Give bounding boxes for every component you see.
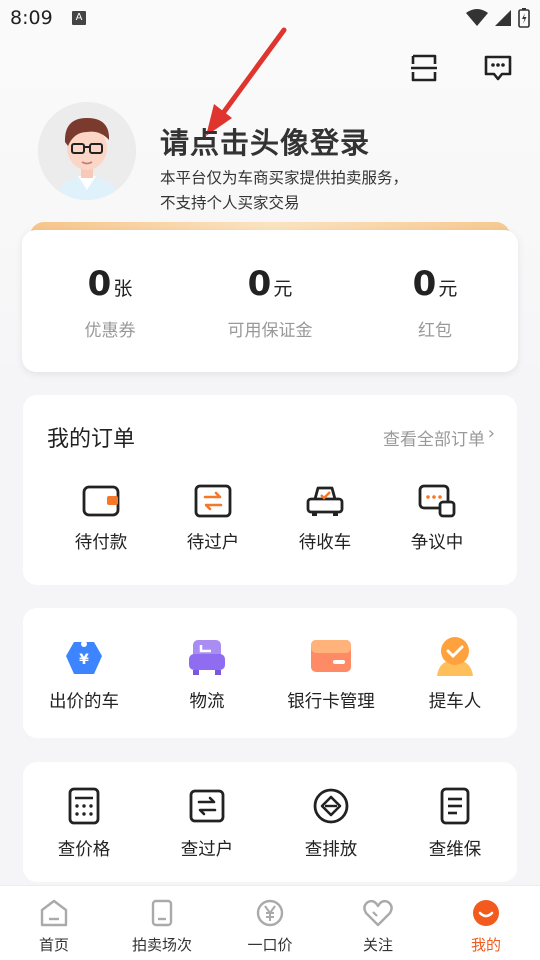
tab-home-label: 首页 — [38, 936, 69, 954]
order-pending-transfer-label: 待过户 — [186, 533, 240, 553]
service-bank-card[interactable]: 银行卡管理 — [269, 634, 393, 713]
pickup-person-icon — [437, 637, 473, 676]
login-description: 本平台仅为车商买家提供拍卖服务， 不支持个人买家交易 — [160, 166, 408, 216]
login-desc-line1: 本平台仅为车商买家提供拍卖服务， — [160, 169, 409, 187]
price-tag-icon: ¥ — [66, 641, 102, 674]
coupon-stat[interactable]: 0张 优惠券 — [30, 264, 190, 341]
transfer-check-icon — [189, 789, 225, 823]
tool-check-emission-label: 查排放 — [304, 840, 358, 860]
login-title[interactable]: 请点击头像登录 — [160, 120, 370, 162]
order-disputed[interactable]: 争议中 — [381, 483, 493, 554]
notification-icon: A — [72, 11, 86, 25]
svg-text:¥: ¥ — [79, 652, 89, 668]
service-logistics[interactable]: 物流 — [145, 634, 269, 713]
services-card: ¥ 出价的车 物流 银行卡管理 提车人 — [23, 608, 517, 738]
red-packet-label: 红包 — [418, 321, 452, 341]
tool-check-maintenance-label: 查维保 — [428, 840, 482, 860]
car-icon — [306, 486, 344, 516]
dispute-icon — [418, 484, 456, 518]
login-desc-line2: 不支持个人买家交易 — [160, 194, 300, 212]
user-avatar-icon — [38, 102, 136, 200]
tab-home[interactable]: 首页 — [0, 886, 108, 960]
tab-profile-label: 我的 — [470, 936, 501, 954]
service-bid-cars-label: 出价的车 — [49, 692, 119, 712]
order-pending-payment-label: 待付款 — [74, 533, 128, 553]
calculator-icon — [68, 787, 100, 825]
coupon-value: 0 — [87, 264, 112, 304]
bank-card-icon — [311, 640, 351, 672]
order-status-grid: 待付款 待过户 待收车 争议中 — [45, 483, 539, 554]
service-logistics-label: 物流 — [189, 692, 225, 712]
tool-check-transfer-label: 查过户 — [180, 840, 234, 860]
battery-icon — [518, 8, 530, 28]
message-icon[interactable] — [482, 52, 514, 84]
service-bank-card-label: 银行卡管理 — [287, 692, 375, 712]
tool-check-maintenance[interactable]: 查维保 — [393, 786, 517, 861]
tab-fixed-price[interactable]: 一口价 — [216, 886, 324, 960]
deposit-label: 可用保证金 — [227, 321, 313, 341]
yen-icon — [256, 899, 284, 927]
service-bid-cars[interactable]: ¥ 出价的车 — [23, 634, 145, 713]
heart-icon — [363, 899, 393, 927]
tools-grid: 查价格 查过户 查排放 查维保 — [23, 786, 517, 861]
transfer-icon — [194, 484, 232, 518]
logistics-icon — [189, 640, 225, 675]
tool-check-price[interactable]: 查价格 — [23, 786, 145, 861]
order-pending-transfer[interactable]: 待过户 — [157, 483, 269, 554]
wallet-icon — [82, 485, 120, 517]
tab-auction[interactable]: 拍卖场次 — [108, 886, 216, 960]
wallet-card: 0张 优惠券 0元 可用保证金 0元 红包 — [22, 230, 518, 372]
order-pending-receipt-label: 待收车 — [298, 533, 352, 553]
orders-card: 我的订单 查看全部订单 › 待付款 待过户 待收车 争议中 — [23, 395, 517, 585]
wifi-icon — [466, 9, 488, 26]
emission-icon — [313, 788, 349, 824]
bottom-tab-bar: 首页 拍卖场次 一口价 关注 我的 — [0, 885, 540, 960]
avatar[interactable] — [38, 102, 136, 200]
deposit-value: 0 — [247, 264, 272, 304]
services-grid: ¥ 出价的车 物流 银行卡管理 提车人 — [23, 634, 517, 713]
orders-title: 我的订单 — [47, 427, 136, 452]
coupon-unit: 张 — [113, 278, 133, 300]
red-packet-value: 0 — [412, 264, 437, 304]
red-packet-stat[interactable]: 0元 红包 — [355, 264, 515, 341]
view-all-orders-link[interactable]: 查看全部订单 — [383, 425, 485, 450]
order-pending-receipt[interactable]: 待收车 — [269, 483, 381, 554]
coupon-label: 优惠券 — [84, 321, 136, 341]
order-pending-payment[interactable]: 待付款 — [45, 483, 157, 554]
tool-check-transfer[interactable]: 查过户 — [145, 786, 269, 861]
chevron-right-icon[interactable]: › — [488, 423, 495, 444]
red-packet-unit: 元 — [438, 278, 458, 300]
maintenance-icon — [440, 787, 470, 825]
signal-icon — [495, 10, 511, 26]
tool-check-emission[interactable]: 查排放 — [269, 786, 393, 861]
tab-follow-label: 关注 — [362, 936, 393, 954]
order-disputed-label: 争议中 — [410, 533, 464, 553]
tab-fixed-price-label: 一口价 — [247, 936, 293, 954]
status-indicators — [466, 8, 530, 28]
scan-icon[interactable] — [408, 52, 440, 84]
deposit-stat[interactable]: 0元 可用保证金 — [190, 264, 350, 341]
status-time: 8:09 — [10, 7, 53, 29]
service-pickup-person[interactable]: 提车人 — [393, 634, 517, 713]
auction-icon — [151, 899, 173, 927]
tab-auction-label: 拍卖场次 — [131, 936, 192, 954]
tab-follow[interactable]: 关注 — [324, 886, 432, 960]
tools-card: 查价格 查过户 查排放 查维保 — [23, 762, 517, 882]
deposit-unit: 元 — [273, 278, 293, 300]
tab-profile[interactable]: 我的 — [432, 886, 540, 960]
header-actions — [408, 52, 514, 84]
home-icon — [40, 899, 68, 927]
tool-check-price-label: 查价格 — [57, 840, 111, 860]
profile-icon — [473, 900, 499, 926]
service-pickup-person-label: 提车人 — [428, 692, 482, 712]
